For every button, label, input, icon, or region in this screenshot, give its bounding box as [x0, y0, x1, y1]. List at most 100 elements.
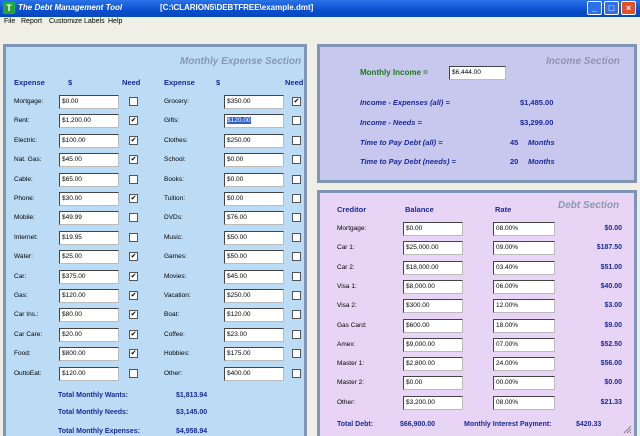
expense-input-outtoeat[interactable]: $120.00	[59, 366, 119, 381]
minimize-button[interactable]: _	[587, 1, 602, 15]
balance-input-master-1[interactable]: $2,800.00	[403, 357, 463, 372]
need-checkbox-cable[interactable]	[129, 174, 138, 184]
balance-input-car-2[interactable]: $18,000.00	[403, 260, 463, 275]
expense-input-games[interactable]: $50.00	[224, 250, 284, 265]
expense-input-vacation[interactable]: $250.00	[224, 289, 284, 303]
need-checkbox-vacation[interactable]	[292, 291, 301, 300]
balance-input-visa-1[interactable]: $8,000.00	[403, 279, 463, 294]
expense-input-boat[interactable]: $120.00	[224, 308, 284, 323]
need-checkbox-coffee[interactable]	[292, 329, 301, 339]
rate-input-master-1[interactable]: 24.00%	[493, 357, 555, 372]
expense-input-gifts[interactable]: $120.00	[224, 114, 284, 129]
expense-input-phone[interactable]: $30.00	[59, 192, 119, 206]
expense-input-water[interactable]: $25.00	[59, 250, 119, 265]
need-checkbox-games[interactable]	[292, 252, 301, 262]
expense-input-electric[interactable]: $100.00	[59, 133, 119, 148]
expense-input-books[interactable]: $0.00	[224, 172, 284, 187]
need-checkbox-water[interactable]: ✔	[129, 252, 138, 262]
balance-input-car-1[interactable]: $25,000.00	[403, 241, 463, 256]
balance-input-visa-2[interactable]: $300.00	[403, 299, 463, 314]
expense-input-clothes[interactable]: $250.00	[224, 133, 284, 148]
balance-input-other[interactable]: $3,200.00	[403, 395, 463, 410]
need-checkbox-tuition[interactable]	[292, 194, 301, 203]
menu-customize-labels[interactable]: Customize Labels	[49, 18, 105, 25]
expense-section: Monthly Expense Section Expense $ Need E…	[3, 44, 307, 436]
expense-label-car-ins: Car Ins.:	[14, 311, 39, 319]
rate-input-amex[interactable]: 07.00%	[493, 337, 555, 352]
need-checkbox-gas[interactable]: ✔	[129, 291, 138, 300]
need-checkbox-books[interactable]	[292, 174, 301, 184]
expense-input-car-ins[interactable]: $80.00	[59, 308, 119, 323]
expense-input-internet[interactable]: $19.95	[59, 230, 119, 245]
expense-input-car-care[interactable]: $20.00	[59, 327, 119, 342]
need-checkbox-outtoeat[interactable]	[129, 368, 138, 378]
need-checkbox-gifts[interactable]	[292, 116, 301, 126]
expense-input-mortgage[interactable]: $0.00	[59, 95, 119, 109]
resize-grip-icon[interactable]	[622, 424, 632, 434]
need-checkbox-clothes[interactable]	[292, 135, 301, 145]
rate-input-car-1[interactable]: 09.00%	[493, 241, 555, 256]
expense-input-mobile[interactable]: $49.99	[59, 211, 119, 226]
balance-input-amex[interactable]: $9,000.00	[403, 337, 463, 352]
rate-input-visa-1[interactable]: 06.00%	[493, 279, 555, 294]
need-checkbox-electric[interactable]: ✔	[129, 135, 138, 145]
need-checkbox-car-ins[interactable]: ✔	[129, 310, 138, 320]
rate-input-mortgage[interactable]: 08.00%	[493, 222, 555, 236]
expense-input-music[interactable]: $50.00	[224, 230, 284, 245]
payment-value-car-1: $187.50	[596, 244, 622, 252]
expense-input-cable[interactable]: $65.00	[59, 172, 119, 187]
need-checkbox-rent[interactable]: ✔	[129, 116, 138, 126]
expense-label-mobile: Mobile:	[14, 214, 35, 222]
expense-input-rent[interactable]: $1,200.00	[59, 114, 119, 129]
balance-input-mortgage[interactable]: $0.00	[403, 222, 463, 236]
menu-file[interactable]: File	[4, 18, 15, 25]
total-wants-label: Total Monthly Wants:	[58, 392, 128, 399]
menu-help[interactable]: Help	[108, 18, 122, 25]
need-checkbox-food[interactable]: ✔	[129, 349, 138, 359]
balance-input-gas-card[interactable]: $600.00	[403, 318, 463, 333]
expense-input-coffee[interactable]: $23.00	[224, 327, 284, 342]
rate-input-gas-card[interactable]: 18.00%	[493, 318, 555, 333]
expense-input-hobbies[interactable]: $175.00	[224, 347, 284, 362]
need-checkbox-internet[interactable]	[129, 232, 138, 242]
need-checkbox-mortgage[interactable]	[129, 97, 138, 106]
need-checkbox-car-care[interactable]: ✔	[129, 329, 138, 339]
expense-input-gas[interactable]: $120.00	[59, 289, 119, 303]
monthly-income-input[interactable]: $6,444.00	[449, 66, 506, 80]
balance-input-master-2[interactable]: $0.00	[403, 376, 463, 391]
need-checkbox-dvds[interactable]	[292, 213, 301, 223]
rate-input-other[interactable]: 08.00%	[493, 395, 555, 410]
rate-input-visa-2[interactable]: 12.00%	[493, 299, 555, 314]
close-button[interactable]: ×	[621, 1, 636, 15]
need-checkbox-phone[interactable]: ✔	[129, 194, 138, 203]
need-checkbox-movies[interactable]	[292, 271, 301, 281]
expense-label-rent: Rent:	[14, 117, 30, 125]
need-checkbox-nat-gas[interactable]: ✔	[129, 155, 138, 165]
expense-input-dvds[interactable]: $76.00	[224, 211, 284, 226]
expense-label-boat: Boat:	[164, 311, 180, 319]
expense-input-movies[interactable]: $45.00	[224, 269, 284, 284]
need-checkbox-hobbies[interactable]	[292, 349, 301, 359]
rate-input-master-2[interactable]: 00.00%	[493, 376, 555, 391]
payment-value-other: $21.33	[600, 398, 622, 406]
expense-input-food[interactable]: $800.00	[59, 347, 119, 362]
need-checkbox-mobile[interactable]	[129, 213, 138, 223]
maximize-button[interactable]: □	[604, 1, 619, 15]
expense-input-tuition[interactable]: $0.00	[224, 192, 284, 206]
need-checkbox-school[interactable]	[292, 155, 301, 165]
need-checkbox-grocery[interactable]: ✔	[292, 97, 301, 106]
income-expenses-label: Income - Expenses (all) =	[360, 98, 450, 107]
expense-label-internet: Internet:	[14, 233, 38, 241]
rate-input-car-2[interactable]: 03.40%	[493, 260, 555, 275]
expense-input-school[interactable]: $0.00	[224, 153, 284, 168]
need-checkbox-boat[interactable]	[292, 310, 301, 320]
expense-input-nat-gas[interactable]: $45.00	[59, 153, 119, 168]
need-checkbox-music[interactable]	[292, 232, 301, 242]
menu-report[interactable]: Report	[21, 18, 42, 25]
need-checkbox-car[interactable]: ✔	[129, 271, 138, 281]
expense-input-grocery[interactable]: $350.00	[224, 95, 284, 109]
expense-label-phone: Phone:	[14, 195, 35, 202]
need-checkbox-other[interactable]	[292, 368, 301, 378]
expense-input-car[interactable]: $375.00	[59, 269, 119, 284]
expense-input-other[interactable]: $400.00	[224, 366, 284, 381]
